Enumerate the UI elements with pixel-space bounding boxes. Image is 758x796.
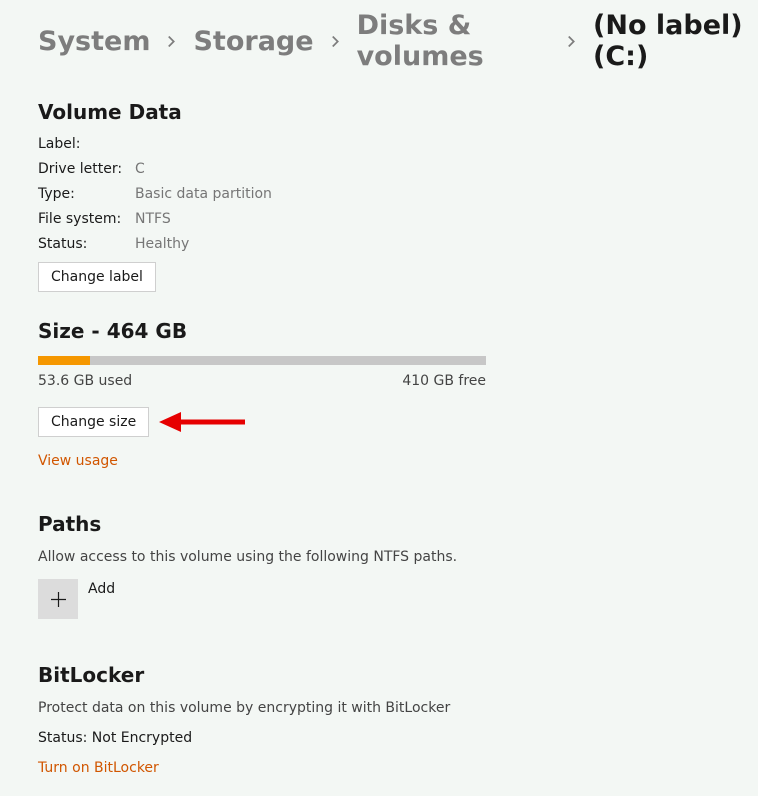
breadcrumb-item-system[interactable]: System	[38, 26, 150, 57]
add-path-button[interactable]	[38, 579, 78, 619]
paths-title: Paths	[38, 512, 758, 536]
row-file-system: File system:NTFS	[38, 212, 758, 226]
breadcrumb-current: (No label) (C:)	[593, 10, 758, 72]
view-usage-link[interactable]: View usage	[38, 453, 118, 469]
row-drive-letter-key: Drive letter:	[38, 162, 135, 176]
row-status-key: Status:	[38, 237, 135, 251]
add-path-label: Add	[88, 579, 115, 597]
annotation-arrow-icon	[159, 409, 247, 435]
chevron-right-icon	[330, 36, 341, 47]
row-type-value: Basic data partition	[135, 187, 272, 201]
row-status: Status:Healthy	[38, 237, 758, 251]
bitlocker-title: BitLocker	[38, 663, 758, 687]
row-status-value: Healthy	[135, 237, 189, 251]
volume-data-title: Volume Data	[38, 100, 758, 124]
bitlocker-status: Status: Not Encrypted	[38, 730, 758, 746]
row-label-key: Label:	[38, 137, 135, 151]
bitlocker-description: Protect data on this volume by encryptin…	[38, 700, 758, 716]
storage-usage-bar	[38, 356, 486, 365]
plus-icon	[50, 591, 67, 608]
row-file-system-key: File system:	[38, 212, 135, 226]
breadcrumb: System Storage Disks & volumes (No label…	[38, 0, 758, 90]
breadcrumb-item-storage[interactable]: Storage	[193, 26, 313, 57]
row-drive-letter: Drive letter:C	[38, 162, 758, 176]
storage-usage-fill	[38, 356, 90, 365]
breadcrumb-item-disks-volumes[interactable]: Disks & volumes	[357, 10, 550, 72]
storage-used-text: 53.6 GB used	[38, 373, 132, 389]
turn-on-bitlocker-link[interactable]: Turn on BitLocker	[38, 760, 159, 776]
paths-description: Allow access to this volume using the fo…	[38, 549, 758, 565]
row-type: Type:Basic data partition	[38, 187, 758, 201]
change-label-button[interactable]: Change label	[38, 262, 156, 292]
size-title: Size - 464 GB	[38, 319, 758, 343]
storage-usage-labels: 53.6 GB used 410 GB free	[38, 373, 486, 389]
change-size-button[interactable]: Change size	[38, 407, 149, 437]
row-type-key: Type:	[38, 187, 135, 201]
row-file-system-value: NTFS	[135, 212, 171, 226]
storage-free-text: 410 GB free	[402, 373, 486, 389]
row-label: Label:	[38, 137, 758, 151]
row-drive-letter-value: C	[135, 162, 145, 176]
chevron-right-icon	[166, 36, 177, 47]
chevron-right-icon	[566, 36, 577, 47]
